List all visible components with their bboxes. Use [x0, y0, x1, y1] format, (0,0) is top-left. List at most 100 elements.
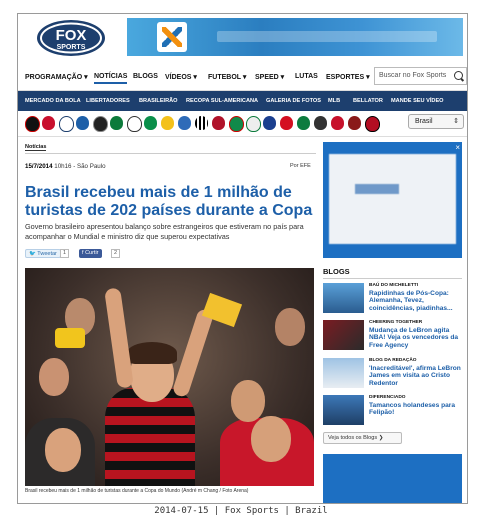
club-crest-icon[interactable]: [144, 116, 157, 130]
club-crest-icon[interactable]: [93, 116, 108, 132]
club-crest-icon[interactable]: [76, 116, 89, 130]
blog-text[interactable]: Mudança de LeBron agita NBA! Veja os ven…: [369, 327, 464, 349]
ad-logo: [355, 184, 399, 194]
search-icon[interactable]: [454, 71, 463, 80]
blog-item[interactable]: CHEERING TOGETHER Mudança de LeBron agit…: [323, 320, 462, 354]
facebook-icon: f: [82, 250, 84, 256]
club-crest-icon[interactable]: [280, 116, 293, 130]
search-input[interactable]: Buscar no Fox Sports: [374, 67, 467, 85]
tweet-count: 1: [60, 249, 70, 258]
blog-thumbnail: [323, 320, 364, 350]
subnav-galeria[interactable]: GALERIA DE FOTOS: [266, 98, 321, 104]
subnav-recopa[interactable]: RECOPA SUL-AMERICANA: [186, 98, 258, 104]
photo-arm: [171, 307, 215, 399]
nav-lutas[interactable]: LUTAS: [295, 73, 318, 80]
blog-title[interactable]: BLOG DA REDAÇÃO: [369, 358, 417, 363]
club-crest-bar: [18, 112, 467, 137]
browser-page: FOX SPORTS PROGRAMAÇÃO ▾ NOTÍCIAS BLOGS …: [17, 13, 468, 504]
nav-noticias[interactable]: NOTÍCIAS: [94, 73, 128, 84]
sub-nav: MERCADO DA BOLA LIBERTADORES BRASILEIRÃO…: [18, 91, 467, 111]
subnav-brasileirao[interactable]: BRASILEIRÃO: [139, 98, 178, 104]
club-crest-icon[interactable]: [348, 116, 361, 130]
blog-thumbnail: [323, 395, 364, 425]
ad-content: [329, 154, 456, 244]
blog-title[interactable]: BAÚ DO MICHELETTI: [369, 283, 418, 288]
nav-esportes[interactable]: ESPORTES ▾: [326, 73, 370, 81]
blog-text[interactable]: 'Inacreditável', afirma LeBron James em …: [369, 365, 464, 387]
club-crest-icon[interactable]: [59, 116, 74, 132]
close-icon[interactable]: ×: [455, 143, 460, 152]
divider: [323, 278, 462, 279]
subnav-bellator[interactable]: BELLATOR: [353, 98, 383, 104]
nav-futebol[interactable]: FUTEBOL ▾: [208, 73, 246, 81]
blog-item[interactable]: DIFERENCIADO Tamancos holandeses para Fe…: [323, 395, 462, 429]
article-time-place: 10h16 - São Paulo: [54, 163, 106, 170]
blog-text[interactable]: Tamancos holandeses para Felipão!: [369, 402, 464, 417]
article-date: 15/7/2014 10h16 - São Paulo: [25, 163, 106, 170]
article-photo[interactable]: [25, 268, 314, 486]
subnav-mercado[interactable]: MERCADO DA BOLA: [25, 98, 81, 104]
club-crest-icon[interactable]: [229, 116, 244, 132]
nav-speed[interactable]: SPEED ▾: [255, 73, 284, 81]
club-crest-icon[interactable]: [331, 116, 344, 130]
divider: [25, 153, 316, 154]
article-lead: Governo brasileiro apresentou balanço so…: [25, 222, 304, 241]
article-headline: Brasil recebeu mais de 1 milhão de turis…: [25, 184, 313, 219]
nav-programacao[interactable]: PROGRAMAÇÃO ▾: [25, 73, 88, 81]
top-banner-ad[interactable]: [127, 18, 463, 56]
ad-logo-icon: [157, 22, 187, 52]
photo-face: [45, 428, 81, 472]
photo-figure: [105, 388, 195, 486]
see-all-blogs-button[interactable]: Veja todos os Blogs ❯: [323, 432, 402, 444]
region-select[interactable]: Brasil ⇕: [408, 114, 464, 129]
photo-hair: [127, 342, 177, 364]
screenshot-footer: 2014-07-15 | Fox Sports | Brazil: [154, 506, 328, 516]
facebook-like-count: 2: [111, 249, 121, 258]
club-crest-icon[interactable]: [110, 116, 123, 130]
subnav-mlb[interactable]: MLB: [328, 98, 340, 104]
club-crest-icon[interactable]: [178, 116, 191, 130]
search-placeholder: Buscar no Fox Sports: [379, 72, 447, 79]
club-crest-icon[interactable]: [365, 116, 380, 132]
photo-arm: [104, 287, 134, 389]
subnav-libertadores[interactable]: LIBERTADORES: [86, 98, 130, 104]
club-crest-icon[interactable]: [42, 116, 55, 130]
nav-videos[interactable]: VÍDEOS ▾: [165, 73, 197, 81]
region-select-value: Brasil: [415, 118, 433, 125]
club-crest-icon[interactable]: [127, 116, 142, 132]
fox-sports-logo[interactable]: FOX SPORTS: [35, 18, 107, 58]
article-credit: Por EFE: [290, 163, 311, 169]
svg-text:SPORTS: SPORTS: [57, 44, 86, 51]
club-crest-icon[interactable]: [212, 116, 225, 130]
blog-item[interactable]: BLOG DA REDAÇÃO 'Inacreditável', afirma …: [323, 358, 462, 392]
blog-thumbnail: [323, 283, 364, 313]
club-crest-icon[interactable]: [263, 116, 276, 130]
club-crest-icon[interactable]: [297, 116, 310, 130]
blogs-heading: BLOGS: [323, 267, 350, 276]
photo-face: [275, 308, 305, 346]
blog-item[interactable]: BAÚ DO MICHELETTI Rapidinhas de Pós-Copa…: [323, 283, 462, 317]
photo-face: [231, 380, 265, 422]
nav-blogs[interactable]: BLOGS: [133, 73, 158, 80]
ad-text-placeholder: [217, 31, 437, 42]
svg-text:FOX: FOX: [56, 27, 87, 44]
twitter-icon: 🐦: [29, 251, 36, 257]
club-crest-icon[interactable]: [25, 116, 40, 132]
blog-title[interactable]: DIFERENCIADO: [369, 395, 406, 400]
photo-face: [39, 358, 69, 396]
club-crest-icon[interactable]: [314, 116, 327, 130]
facebook-like-button[interactable]: f Curtir: [79, 249, 102, 258]
subnav-mande-video[interactable]: MANDE SEU VÍDEO: [391, 98, 444, 104]
sidebar-ad-bottom[interactable]: [323, 454, 462, 503]
club-crest-icon[interactable]: [195, 116, 208, 130]
article-date-value: 15/7/2014: [25, 163, 53, 170]
tweet-button[interactable]: 🐦 Tweetar: [25, 249, 61, 258]
club-crest-icon[interactable]: [161, 116, 174, 130]
chevron-updown-icon: ⇕: [453, 118, 459, 125]
blog-text[interactable]: Rapidinhas de Pós-Copa: Alemanha, Tevez,…: [369, 290, 464, 312]
blog-title[interactable]: CHEERING TOGETHER: [369, 320, 422, 325]
club-crest-icon[interactable]: [246, 116, 261, 132]
photo-face: [251, 416, 291, 462]
section-tag[interactable]: Notícias: [25, 144, 47, 151]
sidebar-ad[interactable]: ×: [323, 142, 462, 258]
